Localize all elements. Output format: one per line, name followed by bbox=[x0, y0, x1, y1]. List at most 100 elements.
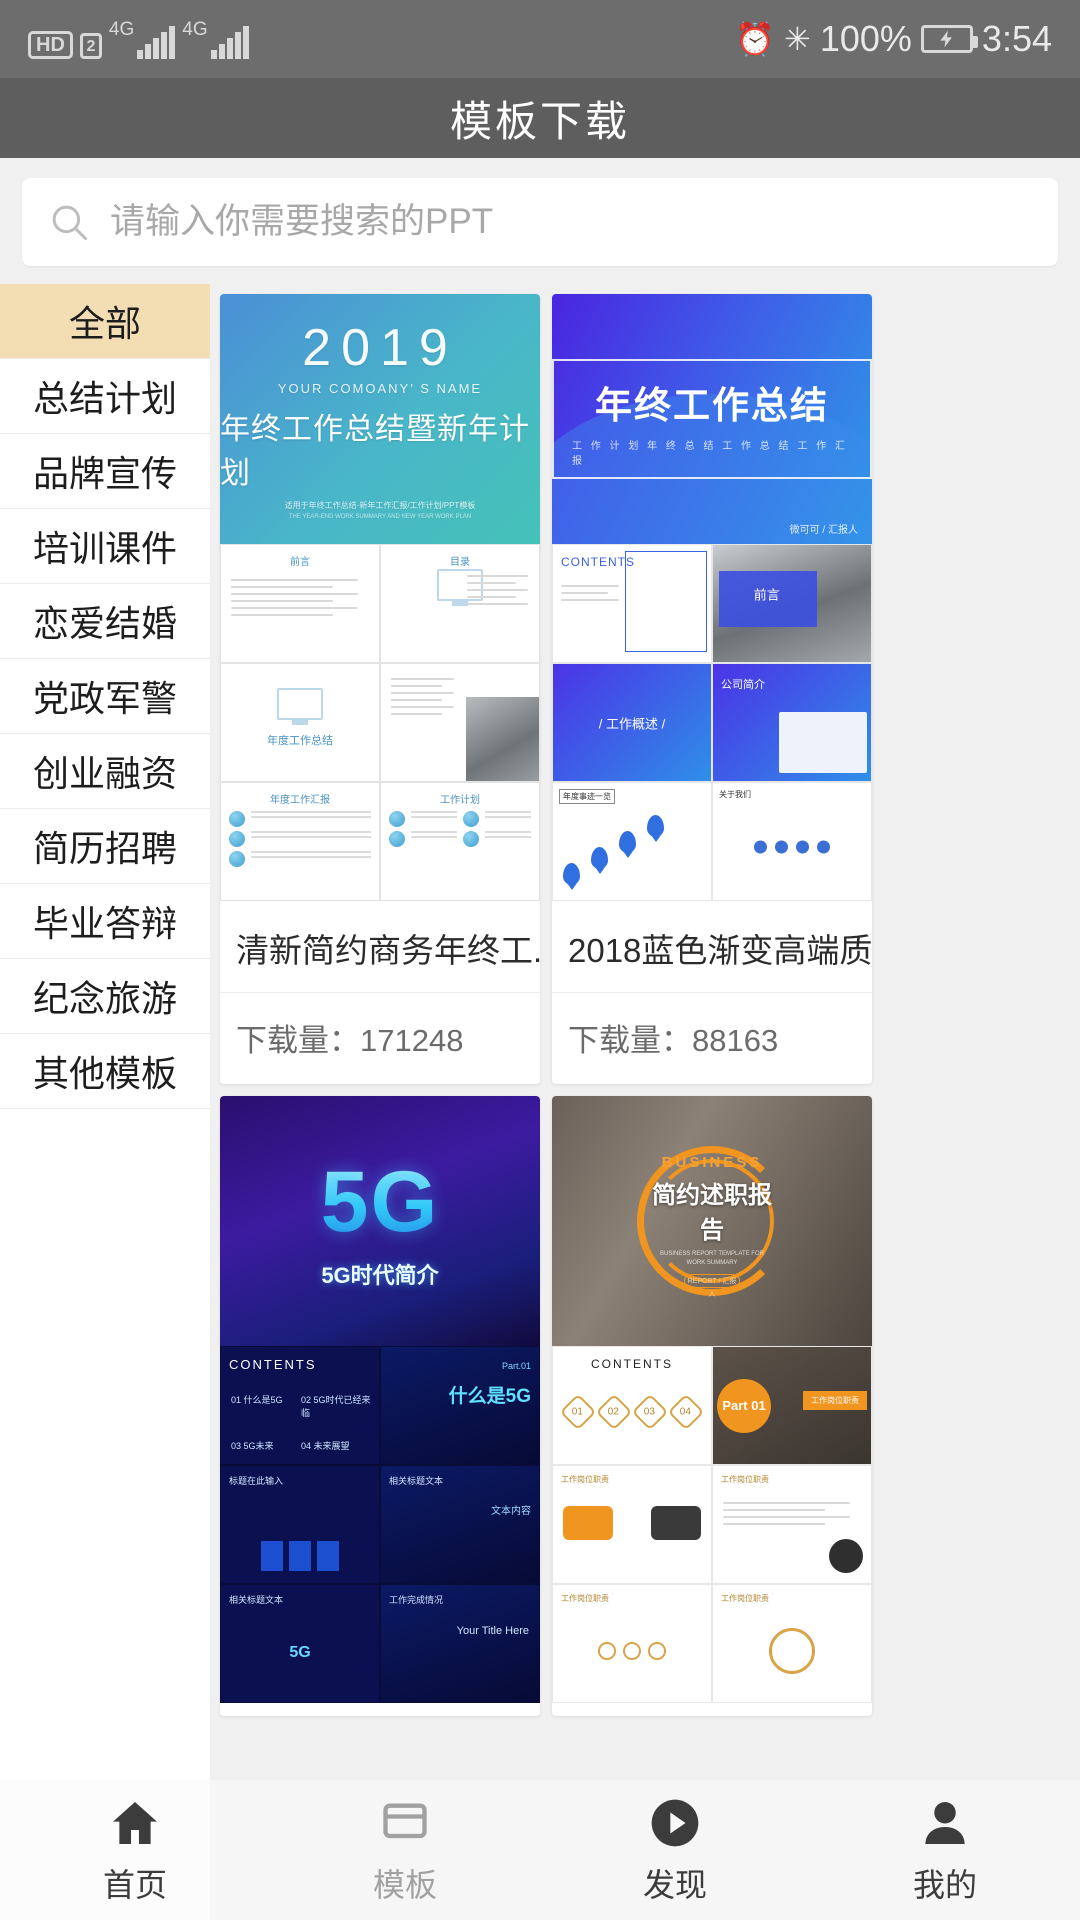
sidebar-item-brand-promo[interactable]: 品牌宣传 bbox=[0, 434, 210, 509]
thumb-slide-caption: 关于我们 bbox=[719, 790, 751, 799]
hd-icon: HD bbox=[28, 30, 73, 59]
bluetooth-icon: ✳ bbox=[784, 21, 811, 57]
thumb-monitor-icon bbox=[277, 688, 323, 720]
thumb-title-frame: 年终工作总结 工 作 计 划 年 终 总 结 工 作 总 结 工 作 汇 报 bbox=[552, 359, 872, 479]
thumb-item-label: 03 5G未来 bbox=[231, 1441, 274, 1451]
thumb-slide: 年度事迹一览 bbox=[552, 782, 712, 901]
thumb-contents-label: CONTENTS bbox=[229, 1357, 317, 1372]
alarm-clock-icon: ⏰ bbox=[735, 21, 776, 57]
thumb-year: 2019 bbox=[302, 319, 458, 377]
thumb-slide-lines bbox=[231, 579, 369, 621]
sidebar-item-government-military[interactable]: 党政军警 bbox=[0, 659, 210, 734]
sidebar-item-label: 党政军警 bbox=[32, 678, 177, 719]
sim2-icon: 2 bbox=[79, 32, 102, 59]
thumb-slide: Part.01 什么是5G bbox=[380, 1346, 540, 1465]
thumb-slide: 年度工作汇报 bbox=[220, 782, 380, 901]
thumb-slide: CONTENTS bbox=[552, 544, 712, 663]
thumb-main-title: 年终工作总结暨新年计划 bbox=[220, 413, 530, 490]
nav-item-label: 我的 bbox=[912, 1867, 977, 1903]
nav-item-label: 发现 bbox=[642, 1867, 707, 1903]
thumb-bullet-dot-icon bbox=[463, 811, 479, 827]
nav-item-discover[interactable]: 发现 bbox=[540, 1794, 810, 1906]
template-card[interactable]: BUSINESS 简约述职报告 BUSINESS REPORT TEMPLATE… bbox=[552, 1096, 872, 1716]
thumb-bullet bbox=[389, 811, 531, 827]
thumb-slide: Part 01 工作岗位职责 bbox=[712, 1346, 872, 1465]
thumb-cover: 2019 YOUR COMOANY’ S NAME 年终工作总结暨新年计划 适用… bbox=[220, 294, 540, 544]
thumb-slide: 目录 bbox=[380, 544, 540, 663]
thumb-pin-icon bbox=[619, 831, 636, 853]
thumb-person-icon bbox=[754, 840, 767, 854]
thumb-cover: 年终工作总结 工 作 计 划 年 终 总 结 工 作 总 结 工 作 汇 报 微… bbox=[552, 294, 872, 619]
network-type-2-label: 4G bbox=[182, 18, 208, 40]
sidebar-item-love-marriage[interactable]: 恋爱结婚 bbox=[0, 584, 210, 659]
thumb-item-label: 04 未来展望 bbox=[301, 1441, 350, 1451]
thumb-slide: 前言 bbox=[220, 544, 380, 663]
sidebar-item-label: 全部 bbox=[68, 303, 141, 344]
thumb-slide-lines bbox=[561, 585, 624, 606]
sidebar-item-resume-recruit[interactable]: 简历招聘 bbox=[0, 809, 210, 884]
thumb-slide-grid: CONTENTS 01 什么是5G 02 5G时代已经来临 03 5G未来 04… bbox=[220, 1346, 540, 1703]
sidebar-item-training[interactable]: 培训课件 bbox=[0, 509, 210, 584]
title-bar: 模板下载 bbox=[0, 78, 1080, 158]
thumb-bullet bbox=[229, 831, 371, 847]
thumb-slide-caption: 年度工作总结 bbox=[267, 735, 333, 747]
thumb-slide-caption: 工作计划 bbox=[440, 795, 480, 806]
signal-group-1: 4G bbox=[108, 18, 176, 59]
sidebar-item-thesis-defense[interactable]: 毕业答辩 bbox=[0, 884, 210, 959]
nav-item-template[interactable]: 模板 bbox=[270, 1794, 540, 1906]
search-icon bbox=[48, 201, 90, 243]
home-icon bbox=[106, 1794, 164, 1852]
thumb-item-label: 01 什么是5G bbox=[231, 1395, 283, 1405]
thumb-slide: 关于我们 bbox=[712, 782, 872, 901]
thumb-step-icon: 01 bbox=[559, 1393, 597, 1431]
thumb-pin-icon bbox=[647, 815, 664, 837]
thumb-slide: 标题在此输入 bbox=[220, 1465, 380, 1584]
nav-item-profile[interactable]: 我的 bbox=[810, 1794, 1080, 1906]
thumb-slide-caption: 前言 bbox=[753, 587, 780, 603]
thumb-main-title: 简约述职报告 bbox=[652, 1182, 772, 1244]
status-bar-left: HD 2 4G 4G bbox=[28, 20, 249, 59]
template-title: 清新简约商务年终工... bbox=[220, 902, 540, 993]
thumb-slide-grid: CONTENTS 01 02 03 04 Part 01 工作岗位职责 工作岗位… bbox=[552, 1346, 872, 1703]
network-type-1-label: 4G bbox=[108, 18, 135, 40]
thumb-note-secondary: THE YEAR-END WORK SUMMARY AND NEW YEAR W… bbox=[288, 514, 472, 520]
thumb-company: YOUR COMOANY’ S NAME bbox=[277, 381, 483, 396]
sidebar-item-startup-funding[interactable]: 创业融资 bbox=[0, 734, 210, 809]
sidebar-item-summary-plan[interactable]: 总结计划 bbox=[0, 359, 210, 434]
template-thumbnail: 2019 YOUR COMOANY’ S NAME 年终工作总结暨新年计划 适用… bbox=[220, 294, 540, 902]
thumb-cover: BUSINESS 简约述职报告 BUSINESS REPORT TEMPLATE… bbox=[552, 1096, 872, 1346]
thumb-photo bbox=[466, 696, 539, 781]
nav-item-home[interactable]: 首页 bbox=[0, 1794, 270, 1906]
thumb-slide-caption: 年度工作汇报 bbox=[270, 795, 330, 806]
thumb-part-tag: 工作岗位职责 bbox=[803, 1391, 867, 1411]
template-card[interactable]: 5G 5G时代简介 CONTENTS 01 什么是5G 02 5G时代已经来临 … bbox=[220, 1096, 540, 1716]
thumb-slide-caption: 目录 bbox=[450, 557, 470, 568]
search-bar[interactable] bbox=[22, 178, 1058, 266]
thumb-part-label: Part.01 bbox=[501, 1361, 531, 1371]
template-thumbnail: 5G 5G时代简介 CONTENTS 01 什么是5G 02 5G时代已经来临 … bbox=[220, 1096, 540, 1704]
sidebar-item-label: 纪念旅游 bbox=[32, 978, 177, 1019]
thumb-slide bbox=[380, 663, 540, 782]
sidebar-item-other-templates[interactable]: 其他模板 bbox=[0, 1034, 210, 1109]
template-title: 2018蓝色渐变高端质... bbox=[552, 902, 872, 993]
thumb-slide: CONTENTS 01 02 03 04 bbox=[552, 1346, 712, 1465]
template-card[interactable]: 2019 YOUR COMOANY’ S NAME 年终工作总结暨新年计划 适用… bbox=[220, 294, 540, 1084]
thumb-slide: 年度工作总结 bbox=[220, 663, 380, 782]
sidebar-item-memorial-travel[interactable]: 纪念旅游 bbox=[0, 959, 210, 1034]
template-thumbnail: BUSINESS 简约述职报告 BUSINESS REPORT TEMPLATE… bbox=[552, 1096, 872, 1704]
thumb-note: BUSINESS REPORT TEMPLATE FOR WORK SUMMAR… bbox=[660, 1251, 764, 1266]
template-grid[interactable]: 2019 YOUR COMOANY’ S NAME 年终工作总结暨新年计划 适用… bbox=[210, 284, 1080, 1920]
sidebar-item-all[interactable]: 全部 bbox=[0, 284, 210, 359]
search-input[interactable] bbox=[110, 202, 1032, 242]
thumb-main-title: 年终工作总结 bbox=[595, 385, 829, 426]
sidebar-item-label: 总结计划 bbox=[32, 378, 177, 419]
app-screen: HD 2 4G 4G ⏰ ✳ 100% 3:54 模板下载 请输入你需要搜索的P… bbox=[0, 0, 1080, 1920]
thumb-person-icon bbox=[796, 840, 809, 854]
bottom-navigation: 首页 模板 发现 我的 bbox=[0, 1780, 1080, 1920]
template-card[interactable]: 年终工作总结 工 作 计 划 年 终 总 结 工 作 总 结 工 作 汇 报 微… bbox=[552, 294, 872, 1084]
thumb-slide-caption: 年度事迹一览 bbox=[559, 789, 615, 804]
thumb-part-title: 什么是5G bbox=[448, 1386, 531, 1407]
thumb-bullet-dot-icon bbox=[229, 811, 245, 827]
thumb-slide: 工作岗位职责 bbox=[552, 1465, 712, 1584]
nav-item-label: 模板 bbox=[372, 1867, 437, 1903]
